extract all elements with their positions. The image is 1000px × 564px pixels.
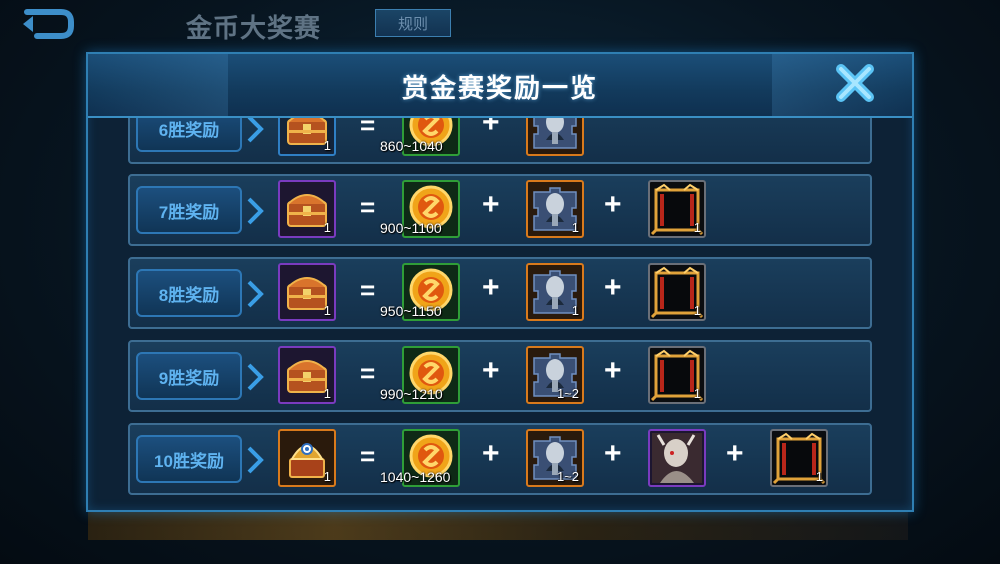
equals-sign: = <box>360 118 376 140</box>
reward-list[interactable]: 6胜奖励 1 = 860~1040 +7胜奖励 1 = 900~1100 +1 +1 8胜奖励 1 = 9… <box>88 118 912 510</box>
gold-range: 900~1100 <box>380 220 442 236</box>
reward-item-slot[interactable]: 1 <box>526 263 584 321</box>
chest-slot[interactable]: 1 <box>278 180 336 238</box>
item-count: 1 <box>693 220 701 235</box>
chest-slot[interactable]: 1 <box>278 118 336 156</box>
plus-sign: + <box>604 354 622 387</box>
top-bar: 金币大奖赛 规则 <box>0 0 1000 50</box>
item-count: 1 <box>323 138 331 153</box>
item-count: 1~2 <box>556 386 579 401</box>
close-x-icon <box>836 64 874 102</box>
plus-sign: + <box>604 188 622 221</box>
plus-sign: + <box>604 271 622 304</box>
row-win-label: 6胜奖励 <box>136 118 242 152</box>
chest-slot[interactable]: 1 <box>278 429 336 487</box>
row-win-label: 7胜奖励 <box>136 186 242 234</box>
chevron-right-icon <box>247 197 264 225</box>
item-count: 1 <box>323 386 331 401</box>
modal-header: 赏金赛奖励一览 <box>88 54 912 118</box>
chest-slot[interactable]: 1 <box>278 263 336 321</box>
reward-list-modal: 赏金赛奖励一览 6胜奖励 1 = 860~1040 +7胜奖励 1 = 900~1100 +1 +… <box>86 52 914 512</box>
chevron-right-icon <box>247 446 264 474</box>
equals-sign: = <box>360 358 376 388</box>
reward-item-slot[interactable] <box>648 429 706 487</box>
page-title: 金币大奖赛 <box>186 13 322 43</box>
background-banner <box>88 510 908 540</box>
item-count: 1 <box>571 220 579 235</box>
item-count: 1 <box>323 469 331 484</box>
equals-sign: = <box>360 192 376 222</box>
close-button[interactable] <box>830 58 880 108</box>
hero-skin-portrait-icon <box>652 433 702 483</box>
plus-sign: + <box>482 437 500 470</box>
plus-sign: + <box>482 188 500 221</box>
item-count: 1 <box>693 386 701 401</box>
plus-sign: + <box>482 271 500 304</box>
row-win-label: 9胜奖励 <box>136 352 242 400</box>
equals-sign: = <box>360 275 376 305</box>
reward-item-slot[interactable]: 1 <box>648 263 706 321</box>
chevron-right-icon <box>247 280 264 308</box>
reward-row: 7胜奖励 1 = 900~1100 +1 +1 <box>128 174 872 246</box>
row-win-label: 8胜奖励 <box>136 269 242 317</box>
gold-range: 990~1210 <box>380 386 443 402</box>
equals-sign: = <box>360 441 376 471</box>
gold-range: 1040~1260 <box>380 469 451 485</box>
item-count: 1 <box>815 469 823 484</box>
reward-item-slot[interactable]: 1 <box>770 429 828 487</box>
plus-sign: + <box>604 437 622 470</box>
reward-row: 10胜奖励 1 = 1040~1260 +1~2 + +1 <box>128 423 872 495</box>
chevron-right-icon <box>247 363 264 391</box>
gold-range: 950~1150 <box>380 303 442 319</box>
reward-row: 9胜奖励 1 = 990~1210 +1~2 +1 <box>128 340 872 412</box>
row-win-label: 10胜奖励 <box>136 435 242 483</box>
reward-item-slot[interactable]: 1~2 <box>526 346 584 404</box>
item-count: 1~2 <box>556 469 579 484</box>
reward-row: 6胜奖励 1 = 860~1040 + <box>128 118 872 164</box>
chest-slot[interactable]: 1 <box>278 346 336 404</box>
back-arrow-icon <box>23 9 74 39</box>
item-count: 1 <box>571 303 579 318</box>
rules-button[interactable]: 规则 <box>375 9 451 37</box>
item-count: 1 <box>323 220 331 235</box>
plus-sign: + <box>726 437 744 470</box>
reward-item-slot[interactable]: 1 <box>648 346 706 404</box>
plus-sign: + <box>482 354 500 387</box>
item-count: 1 <box>323 303 331 318</box>
plus-sign: + <box>482 118 500 139</box>
reward-item-slot[interactable]: 1 <box>526 180 584 238</box>
reward-item-slot[interactable]: 1 <box>648 180 706 238</box>
modal-title: 赏金赛奖励一览 <box>401 73 598 103</box>
gold-range: 860~1040 <box>380 138 443 154</box>
reward-row: 8胜奖励 1 = 950~1150 +1 +1 <box>128 257 872 329</box>
hero-fragment-icon <box>533 118 577 149</box>
reward-item-slot[interactable]: 1~2 <box>526 429 584 487</box>
back-button[interactable] <box>18 6 80 42</box>
item-count: 1 <box>693 303 701 318</box>
chevron-right-icon <box>247 118 264 143</box>
reward-item-slot[interactable] <box>526 118 584 156</box>
